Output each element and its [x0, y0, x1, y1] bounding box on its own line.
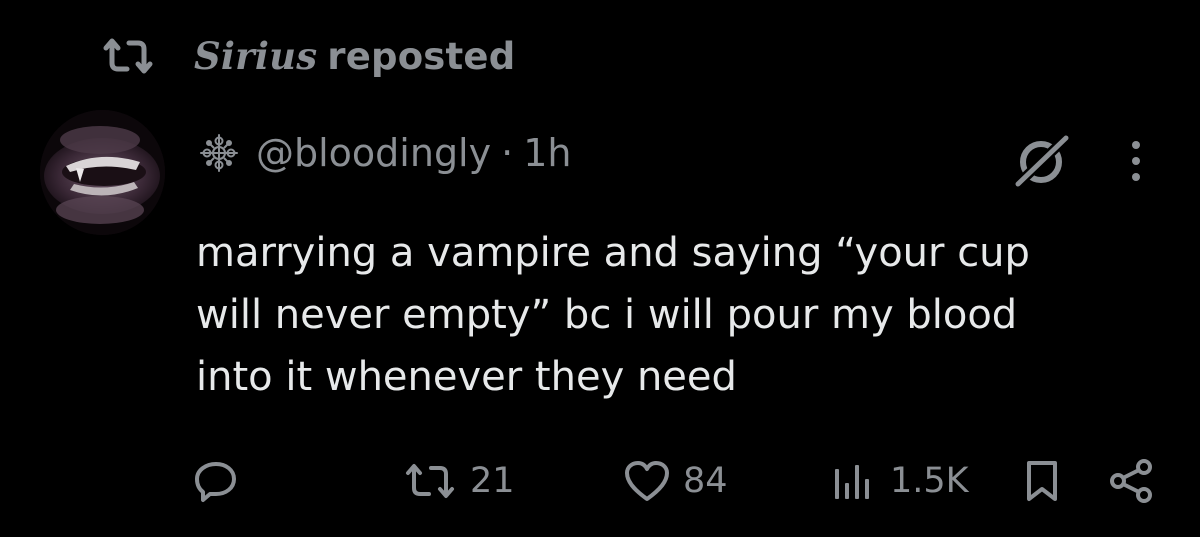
reposter-name[interactable]: Sirius — [194, 34, 317, 78]
bookmark-icon — [1027, 461, 1057, 501]
views-bars-icon — [835, 465, 869, 499]
post-timestamp[interactable]: 1h — [523, 131, 571, 175]
views-button[interactable]: 1.5K — [832, 450, 969, 512]
post-text: marrying a vampire and saying “your cup … — [196, 230, 1030, 400]
repost-button[interactable]: 21 — [402, 450, 515, 512]
grok-icon[interactable] — [1010, 132, 1074, 190]
author-handle[interactable]: @bloodingly — [256, 131, 491, 175]
share-icon — [1110, 459, 1152, 503]
post-header: @bloodingly · 1h — [196, 125, 571, 181]
repost-banner[interactable]: Sirius reposted — [100, 30, 515, 82]
bookmark-button[interactable] — [1024, 450, 1060, 512]
repost-count: 21 — [470, 461, 515, 501]
heart-icon — [625, 461, 669, 501]
ornament-sigil-icon — [196, 130, 242, 176]
reply-bubble-icon — [195, 462, 236, 502]
handle-separator: · — [501, 131, 514, 175]
reposted-text: reposted — [327, 35, 516, 78]
view-count: 1.5K — [890, 461, 969, 501]
avatar[interactable] — [40, 110, 165, 235]
like-button[interactable]: 84 — [623, 450, 728, 512]
more-vertical-icon[interactable] — [1124, 136, 1148, 186]
reply-button[interactable] — [193, 450, 251, 512]
share-button[interactable] — [1108, 450, 1154, 512]
repost-label: Sirius reposted — [194, 34, 515, 78]
repost-icon — [100, 36, 156, 76]
action-bar: 21 84 1.5K — [0, 450, 1200, 512]
repost-icon — [406, 464, 454, 498]
like-count: 84 — [683, 461, 728, 501]
